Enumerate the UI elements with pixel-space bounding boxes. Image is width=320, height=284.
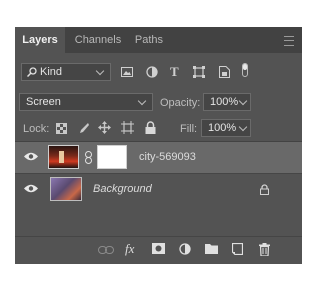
adjustment-filter-icon[interactable] <box>146 66 158 78</box>
visibility-eye-icon[interactable] <box>24 152 38 161</box>
layer-row-city[interactable]: city-569093 <box>15 142 302 173</box>
chevron-down-icon <box>95 66 105 76</box>
lock-image-pixels-icon[interactable] <box>77 122 89 134</box>
layers-bottom-toolbar: fx <box>15 236 302 264</box>
thumbnail-highlight <box>59 151 64 163</box>
lock-row: Lock: Fill: 100% <box>15 118 302 140</box>
fill-value: 100% <box>208 122 237 134</box>
lock-label: Lock: <box>23 123 50 135</box>
layer-name[interactable]: Background <box>93 183 152 195</box>
opacity-label: Opacity: <box>160 97 201 109</box>
layer-row-background[interactable]: Background <box>15 173 302 204</box>
tab-paths[interactable]: Paths <box>129 27 169 53</box>
new-group-icon[interactable] <box>205 243 218 254</box>
filter-kind-label: Kind <box>40 66 63 78</box>
type-filter-icon[interactable]: T <box>170 64 179 80</box>
filter-toggle[interactable] <box>242 63 248 77</box>
fill-label: Fill: <box>180 123 198 135</box>
opacity-value: 100% <box>210 96 239 108</box>
layer-thumbnail[interactable] <box>48 145 79 169</box>
search-icon <box>27 67 37 77</box>
tab-layers[interactable]: Layers <box>15 27 65 53</box>
lock-icon <box>260 184 269 195</box>
panel-tab-bar: Layers Channels Paths <box>15 27 302 53</box>
layer-name[interactable]: city-569093 <box>139 151 196 163</box>
lock-all-icon[interactable] <box>145 121 156 134</box>
new-adjustment-icon[interactable] <box>179 243 191 255</box>
filter-row: Kind T <box>15 61 302 83</box>
new-layer-icon[interactable] <box>232 243 243 255</box>
shape-filter-icon[interactable] <box>193 66 205 78</box>
blend-mode-value: Screen <box>26 96 61 108</box>
blend-mode-select[interactable]: Screen <box>19 93 153 111</box>
panel-menu-icon[interactable] <box>284 36 294 46</box>
chevron-down-icon <box>137 96 147 106</box>
delete-icon[interactable] <box>259 243 270 256</box>
layers-panel: Layers Channels Paths Kind T Screen Opac… <box>15 27 302 264</box>
lock-position-icon[interactable] <box>98 121 111 134</box>
visibility-eye-icon[interactable] <box>24 184 38 193</box>
chevron-down-icon <box>238 96 248 106</box>
layer-mask-thumbnail[interactable] <box>97 145 127 169</box>
image-filter-icon[interactable] <box>121 67 133 77</box>
filter-kind-select[interactable]: Kind <box>21 63 111 81</box>
layer-thumbnail[interactable] <box>50 177 82 201</box>
add-mask-icon[interactable] <box>152 243 165 254</box>
smart-object-filter-icon[interactable] <box>219 66 230 78</box>
lock-artboard-icon[interactable] <box>121 121 134 134</box>
chain-link-icon[interactable] <box>85 151 92 164</box>
filter-toggle-knob <box>243 64 247 70</box>
fill-field[interactable]: 100% <box>201 119 251 137</box>
opacity-field[interactable]: 100% <box>203 93 251 111</box>
tab-channels[interactable]: Channels <box>67 27 129 53</box>
link-layers-icon[interactable] <box>98 246 114 254</box>
chevron-down-icon <box>238 122 248 132</box>
fx-icon[interactable]: fx <box>125 241 134 257</box>
lock-transparent-pixels-icon[interactable] <box>56 123 67 134</box>
blend-row: Screen Opacity: 100% <box>15 91 302 113</box>
